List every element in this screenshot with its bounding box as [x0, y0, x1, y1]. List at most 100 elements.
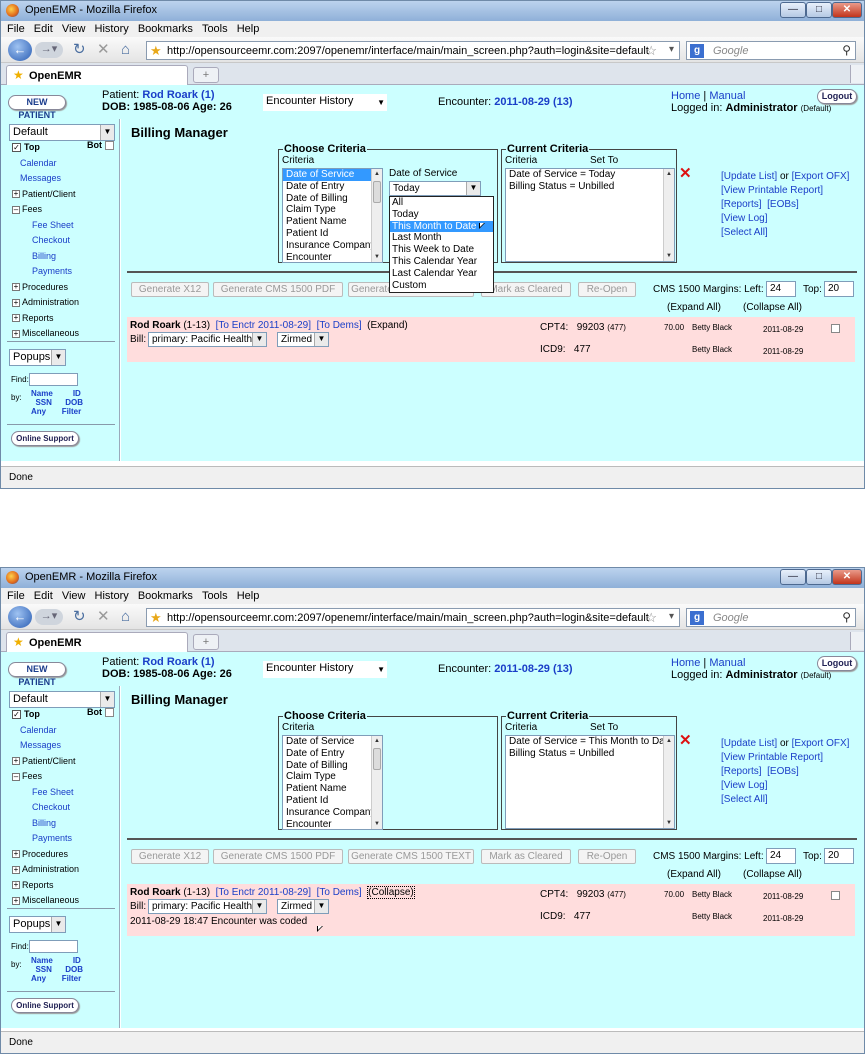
- nav-reports[interactable]: Reports: [22, 880, 54, 890]
- reload-icon[interactable]: ↻: [73, 41, 86, 58]
- claim-select-checkbox[interactable]: [831, 891, 840, 900]
- url-dropdown-icon[interactable]: ▾: [669, 611, 674, 622]
- encounter-link[interactable]: 2011-08-29 (13): [494, 96, 572, 108]
- maximize-button[interactable]: □: [806, 2, 832, 18]
- scroll-up-icon[interactable]: ▲: [664, 736, 674, 746]
- nav-miscellaneous[interactable]: Miscellaneous: [22, 895, 79, 905]
- expand-icon[interactable]: +: [12, 850, 20, 859]
- find-by-any[interactable]: Any: [31, 407, 46, 416]
- nav-checkout[interactable]: Checkout: [32, 235, 70, 245]
- patient-name-link[interactable]: Rod Roark (1): [142, 89, 214, 101]
- collapse-all-link[interactable]: (Collapse All): [743, 302, 802, 313]
- nav-payments[interactable]: Payments: [32, 266, 72, 276]
- nav-patient-client[interactable]: Patient/Client: [22, 756, 76, 766]
- generate-x12-button[interactable]: Generate X12: [131, 282, 209, 297]
- nav-messages[interactable]: Messages: [20, 173, 61, 183]
- find-by-ssn[interactable]: SSN: [35, 398, 51, 407]
- nav-fee-sheet[interactable]: Fee Sheet: [32, 220, 74, 230]
- nav-checkout[interactable]: Checkout: [32, 802, 70, 812]
- find-by-dob[interactable]: DOB: [65, 965, 83, 974]
- criteria-option[interactable]: Patient Name: [283, 783, 382, 795]
- patient-name-link[interactable]: Rod Roark (1): [142, 656, 214, 668]
- find-by-id[interactable]: ID: [73, 389, 81, 398]
- criteria-option[interactable]: Date of Entry: [283, 181, 382, 193]
- menu-file[interactable]: File: [7, 21, 25, 37]
- to-dems-link[interactable]: [To Dems]: [317, 320, 362, 331]
- printable-report-link[interactable]: [View Printable Report]: [721, 185, 823, 196]
- find-by-name[interactable]: Name: [31, 956, 53, 965]
- generate-cms1500-pdf-button[interactable]: Generate CMS 1500 PDF: [213, 849, 343, 864]
- scroll-up-icon[interactable]: ▲: [372, 169, 382, 179]
- mark-as-cleared-button[interactable]: Mark as Cleared: [481, 282, 571, 297]
- url-dropdown-icon[interactable]: ▾: [669, 44, 674, 55]
- reopen-button[interactable]: Re-Open: [578, 282, 636, 297]
- expand-icon[interactable]: +: [12, 881, 20, 890]
- bot-checkbox[interactable]: [104, 708, 114, 718]
- menu-help[interactable]: Help: [237, 588, 260, 604]
- menu-bookmarks[interactable]: Bookmarks: [138, 21, 193, 37]
- view-log-link[interactable]: [View Log]: [721, 780, 768, 791]
- clearinghouse-select[interactable]: Zirmed ▼: [277, 899, 329, 914]
- bookmark-star-icon[interactable]: ☆: [645, 43, 657, 59]
- scroll-up-icon[interactable]: ▲: [372, 736, 382, 746]
- nav-administration[interactable]: Administration: [22, 864, 79, 874]
- criteria-scrollbar[interactable]: ▲ ▼: [371, 169, 382, 262]
- menu-tools[interactable]: Tools: [202, 588, 228, 604]
- scroll-down-icon[interactable]: ▼: [664, 251, 674, 261]
- dos-option[interactable]: This Week to Date: [390, 244, 493, 256]
- nav-administration[interactable]: Administration: [22, 297, 79, 307]
- expand-icon[interactable]: +: [12, 314, 20, 323]
- expand-all-link[interactable]: (Expand All): [667, 302, 721, 313]
- find-input[interactable]: [29, 940, 78, 953]
- menu-view[interactable]: View: [62, 588, 86, 604]
- nav-calendar[interactable]: Calendar: [20, 725, 57, 735]
- nav-payments[interactable]: Payments: [32, 833, 72, 843]
- generate-cms1500-pdf-button[interactable]: Generate CMS 1500 PDF: [213, 282, 343, 297]
- tab-openemr[interactable]: ★ OpenEMR: [6, 632, 188, 652]
- criteria-option[interactable]: Claim Type: [283, 771, 382, 783]
- top-checkbox[interactable]: ✓: [12, 143, 21, 153]
- tab-list-button[interactable]: [850, 632, 864, 650]
- nav-fees[interactable]: Fees: [22, 771, 42, 781]
- forward-button[interactable]: →▾: [35, 609, 63, 625]
- reports-link[interactable]: [Reports]: [721, 766, 762, 777]
- encounter-history-select[interactable]: Encounter History ▼: [263, 94, 387, 111]
- collapse-link[interactable]: (Collapse): [367, 886, 415, 899]
- online-support-button[interactable]: Online Support: [11, 998, 79, 1013]
- search-bar[interactable]: g Google ⚲: [686, 41, 856, 60]
- new-patient-button[interactable]: NEW PATIENT: [8, 662, 66, 687]
- scroll-thumb[interactable]: [373, 748, 381, 770]
- menu-bookmarks[interactable]: Bookmarks: [138, 588, 193, 604]
- expand-icon[interactable]: +: [12, 283, 20, 292]
- encounter-link[interactable]: 2011-08-29 (13): [494, 663, 572, 675]
- criteria-option[interactable]: Date of Service: [283, 736, 382, 748]
- bot-checkbox[interactable]: [104, 141, 114, 151]
- nav-fee-sheet[interactable]: Fee Sheet: [32, 787, 74, 797]
- scroll-down-icon[interactable]: ▼: [372, 819, 382, 829]
- find-by-dob[interactable]: DOB: [65, 398, 83, 407]
- dos-dropdown-list[interactable]: All Today This Month to Date Last Month …: [389, 196, 494, 293]
- to-encounter-link[interactable]: [To Enctr 2011-08-29]: [216, 320, 311, 331]
- top-margin-input[interactable]: 20: [824, 848, 854, 864]
- top-checkbox[interactable]: ✓: [12, 710, 21, 720]
- current-criteria-listbox[interactable]: Date of Service = This Month to Date Bil…: [505, 735, 675, 829]
- to-encounter-link[interactable]: [To Enctr 2011-08-29]: [216, 887, 311, 898]
- printable-report-link[interactable]: [View Printable Report]: [721, 752, 823, 763]
- logout-button[interactable]: Logout: [817, 89, 857, 104]
- scroll-up-icon[interactable]: ▲: [664, 169, 674, 179]
- maximize-button[interactable]: □: [806, 569, 832, 585]
- menu-set-select[interactable]: Default ▼: [9, 691, 115, 708]
- nav-billing[interactable]: Billing: [32, 818, 56, 828]
- criteria-option[interactable]: Encounter: [283, 252, 382, 262]
- expand-link[interactable]: (Expand): [367, 320, 408, 331]
- tab-openemr[interactable]: ★ OpenEMR: [6, 65, 188, 85]
- nav-reports[interactable]: Reports: [22, 313, 54, 323]
- claim-select-checkbox[interactable]: [831, 324, 840, 333]
- bill-payer-select[interactable]: primary: Pacific Health ▼: [148, 332, 267, 347]
- collapse-icon[interactable]: –: [12, 772, 20, 781]
- remove-criteria-icon[interactable]: ✕: [679, 166, 692, 181]
- manual-link[interactable]: Manual: [709, 657, 745, 669]
- criteria-option[interactable]: Date of Service: [283, 169, 382, 181]
- update-list-link[interactable]: [Update List]: [721, 738, 777, 749]
- criteria-listbox[interactable]: Date of Service Date of Entry Date of Bi…: [282, 168, 383, 263]
